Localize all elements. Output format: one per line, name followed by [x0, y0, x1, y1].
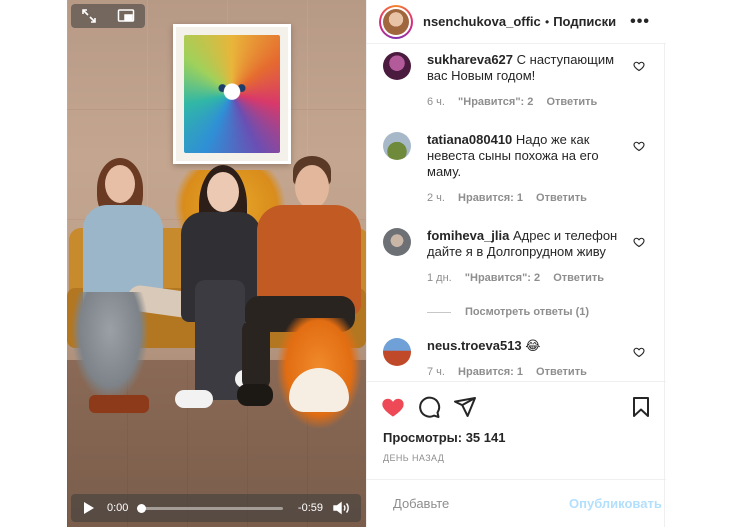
like-comment-heart-icon[interactable] — [633, 60, 645, 72]
head — [105, 165, 135, 203]
comment-icon[interactable] — [417, 395, 441, 419]
post-actions — [367, 381, 666, 431]
head — [207, 172, 239, 212]
reel-video[interactable]: 0:00 -0:59 — [67, 0, 366, 527]
shin — [242, 320, 270, 390]
reply-button[interactable]: Ответить — [536, 366, 587, 378]
video-top-controls — [71, 4, 145, 28]
view-count[interactable]: Просмотры: 35 141 — [383, 430, 505, 445]
comment-text: sukhareva627 С наступающим вас Новым год… — [427, 52, 625, 84]
comment-likes[interactable]: "Нравится": 2 — [465, 272, 540, 284]
comment-likes[interactable]: Нравится: 1 — [458, 366, 523, 378]
remaining-time: -0:59 — [297, 502, 323, 514]
avatar[interactable] — [379, 4, 413, 39]
commenter-avatar[interactable] — [383, 132, 411, 160]
comment-composer: Опубликовать — [367, 479, 666, 527]
comment-time[interactable]: 1 дн. — [427, 272, 452, 284]
comment-meta: 2 ч. Нравится: 1 Ответить — [427, 192, 597, 204]
comment-time[interactable]: 6 ч. — [427, 96, 445, 108]
seek-bar[interactable] — [137, 503, 283, 513]
commenter-username[interactable]: tatiana080410 — [427, 132, 512, 147]
avatar-inner — [381, 6, 411, 37]
figurine-base — [89, 395, 149, 413]
avatar-photo — [383, 8, 409, 35]
reply-button[interactable]: Ответить — [536, 192, 587, 204]
publish-button[interactable]: Опубликовать — [569, 496, 662, 511]
reply-button[interactable]: Ответить — [553, 272, 604, 284]
post-date[interactable]: ДЕНЬ НАЗАД — [383, 453, 444, 463]
view-replies-button[interactable]: Посмотреть ответы (1) — [427, 306, 589, 318]
comment-text: neus.troeva513 😂 — [427, 338, 625, 354]
fullscreen-icon[interactable] — [81, 8, 97, 24]
comment-time[interactable]: 2 ч. — [427, 192, 445, 204]
comment-meta: 6 ч. "Нравится": 2 Ответить — [427, 96, 607, 108]
seek-handle[interactable] — [137, 503, 146, 513]
paper-plane-icon[interactable] — [453, 395, 477, 419]
comment-text: fomiheva_jlia Адрес и телефон дайте я в … — [427, 228, 625, 260]
shoe — [175, 390, 213, 408]
head — [295, 165, 329, 209]
picture-in-picture-icon[interactable] — [117, 8, 135, 24]
more-options-icon[interactable]: ••• — [630, 13, 650, 31]
comment-text: tatiana080410 Надо же как невеста сыны п… — [427, 132, 625, 180]
lion-painting — [173, 24, 291, 164]
reply-button[interactable]: Ответить — [546, 96, 597, 108]
volume-button[interactable] — [331, 501, 353, 515]
comment-input[interactable] — [393, 496, 569, 511]
commenter-username[interactable]: sukhareva627 — [427, 52, 513, 67]
comment-time[interactable]: 7 ч. — [427, 366, 445, 378]
shoe — [237, 384, 273, 406]
post-side-panel: nsenchukova_official • Подписки ••• sukh… — [366, 0, 666, 527]
like-comment-heart-icon[interactable] — [633, 346, 645, 358]
comment-body: 😂 — [525, 338, 541, 353]
comment-likes[interactable]: "Нравится": 2 — [458, 96, 533, 108]
current-time: 0:00 — [107, 502, 129, 514]
comment-meta: 1 дн. "Нравится": 2 Ответить — [427, 272, 614, 284]
comment-meta: 7 ч. Нравится: 1 Ответить — [427, 366, 597, 378]
commenter-username[interactable]: fomiheva_jlia — [427, 228, 509, 243]
commenter-avatar[interactable] — [383, 228, 411, 256]
commenter-avatar[interactable] — [383, 52, 411, 80]
bookmark-icon[interactable] — [629, 395, 653, 419]
comment-likes[interactable]: Нравится: 1 — [458, 192, 523, 204]
heart-filled-icon[interactable] — [381, 395, 405, 419]
following-button[interactable]: Подписки — [553, 14, 616, 29]
commenter-username[interactable]: neus.troeva513 — [427, 338, 522, 353]
elephant-figurine — [71, 292, 149, 402]
view-replies-label: Посмотреть ответы (1) — [465, 306, 590, 318]
replies-divider-line — [427, 311, 451, 313]
comments-list[interactable]: sukhareva627 С наступающим вас Новым год… — [367, 44, 666, 381]
like-comment-heart-icon[interactable] — [633, 140, 645, 152]
post-header: nsenchukova_official • Подписки ••• — [367, 0, 666, 44]
painting-art — [184, 35, 280, 153]
video-control-bar: 0:00 -0:59 — [71, 494, 361, 522]
separator-dot: • — [545, 14, 550, 29]
like-comment-heart-icon[interactable] — [633, 236, 645, 248]
play-button[interactable] — [79, 498, 99, 518]
author-username[interactable]: nsenchukova_official — [423, 14, 541, 29]
commenter-avatar[interactable] — [383, 338, 411, 366]
